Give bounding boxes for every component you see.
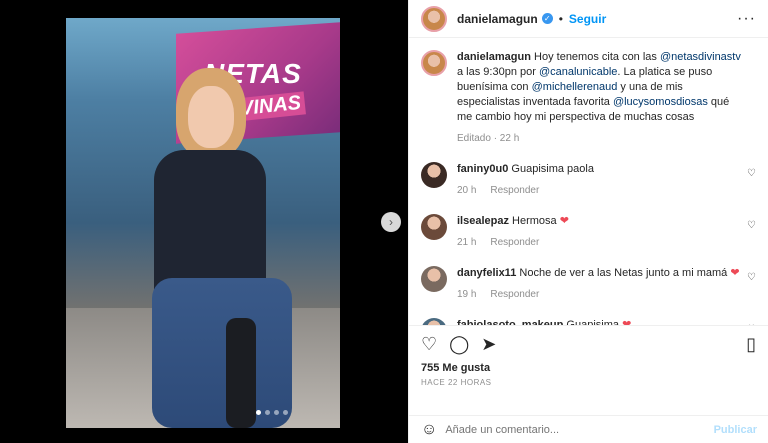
avatar[interactable]: [421, 5, 447, 32]
comment-input[interactable]: [445, 423, 714, 436]
mention-link[interactable]: @canalunicable: [539, 66, 617, 78]
likes-count[interactable]: 755 Me gusta: [409, 362, 768, 374]
reply-button[interactable]: Responder: [490, 185, 539, 196]
person-figure: [146, 58, 296, 428]
jeans: [152, 278, 292, 428]
post-caption: danielamagun Hoy tenemos cita con las @n…: [421, 50, 756, 146]
comment-text: Guapisima: [566, 319, 619, 326]
avatar[interactable]: [421, 162, 447, 188]
caption-body: danielamagun Hoy tenemos cita con las @n…: [457, 51, 741, 123]
action-bar: ♡ ◯ ➤ ▯: [409, 326, 768, 362]
comment-username[interactable]: danyfelix11: [457, 267, 516, 279]
avatar[interactable]: [421, 214, 447, 240]
heart-emoji: ❤: [730, 267, 740, 279]
comment-row: fabiolasoto_makeup Guapisima ❤ 21 h Resp…: [421, 318, 756, 326]
face: [188, 86, 234, 148]
comment-line: ilsealepaz Hermosa ❤: [457, 214, 569, 229]
comment-body: ilsealepaz Hermosa ❤ 21 h Responder: [457, 214, 569, 250]
comment-username[interactable]: ilsealepaz: [457, 215, 509, 227]
caption-text: danielamagun Hoy tenemos cita con las @n…: [457, 50, 747, 146]
comment-meta: 19 h Responder: [457, 287, 740, 302]
comment-meta: 21 h Responder: [457, 235, 569, 250]
reply-button[interactable]: Responder: [490, 237, 539, 248]
comment-time: 21 h: [457, 237, 477, 248]
post-image[interactable]: NETAS DIVINAS: [66, 18, 340, 428]
heart-outline-icon[interactable]: ♡: [747, 272, 756, 283]
post-dialog: NETAS DIVINAS › danielamagun ✓ • Seguir …: [0, 0, 768, 443]
post-header: danielamagun ✓ • Seguir ···: [409, 0, 768, 38]
chevron-right-icon[interactable]: ›: [381, 212, 401, 232]
post-sidebar: danielamagun ✓ • Seguir ··· danielamagun…: [408, 0, 768, 443]
carousel-dots: [256, 410, 288, 415]
comment-time: 20 h: [457, 185, 477, 196]
heart-emoji: ❤: [622, 319, 632, 326]
mention-link[interactable]: @netasdivinastv: [660, 51, 741, 63]
heart-outline-icon[interactable]: ♡: [421, 334, 437, 355]
comments-list[interactable]: danielamagun Hoy tenemos cita con las @n…: [409, 38, 768, 326]
comment-row: ilsealepaz Hermosa ❤ 21 h Responder ♡: [421, 214, 756, 250]
avatar[interactable]: [421, 318, 447, 325]
comment-icon[interactable]: ◯: [449, 334, 469, 355]
caption-meta: Editado · 22 h: [457, 133, 520, 144]
mention-link[interactable]: @michellerenaud: [532, 81, 618, 93]
carousel-dot: [265, 410, 270, 415]
comment-line: danyfelix11 Noche de ver a las Netas jun…: [457, 266, 740, 281]
more-horizontal-icon[interactable]: ···: [737, 10, 756, 28]
separator: •: [558, 11, 563, 26]
reply-button[interactable]: Responder: [490, 289, 539, 300]
publish-button[interactable]: Publicar: [714, 424, 757, 436]
avatar[interactable]: [421, 50, 447, 76]
heart-outline-icon[interactable]: ♡: [747, 220, 756, 231]
comment-line: faniny0u0 Guapisima paola: [457, 162, 594, 177]
boot: [226, 318, 256, 428]
emoji-icon[interactable]: ☺: [421, 421, 437, 439]
post-time: HACE 22 HORAS: [421, 378, 492, 387]
carousel-dot-active: [256, 410, 261, 415]
comment-body: danyfelix11 Noche de ver a las Netas jun…: [457, 266, 740, 302]
heart-outline-icon[interactable]: ♡: [747, 168, 756, 179]
caption-author[interactable]: danielamagun: [457, 51, 531, 63]
comment-body: faniny0u0 Guapisima paola 20 h Responder: [457, 162, 594, 198]
comment-row: danyfelix11 Noche de ver a las Netas jun…: [421, 266, 756, 302]
comment-text: Hermosa: [512, 215, 557, 227]
follow-button[interactable]: Seguir: [569, 12, 606, 26]
comment-username[interactable]: fabiolasoto_makeup: [457, 319, 563, 325]
caption-segment: a las 9:30pn por: [457, 66, 539, 78]
author-username[interactable]: danielamagun: [457, 12, 538, 26]
comment-line: fabiolasoto_makeup Guapisima ❤: [457, 318, 632, 326]
verified-badge-icon: ✓: [541, 13, 553, 24]
carousel-dot: [274, 410, 279, 415]
carousel-dot: [283, 410, 288, 415]
comment-body: fabiolasoto_makeup Guapisima ❤ 21 h Resp…: [457, 318, 632, 326]
comment-composer: ☺ Publicar: [409, 415, 768, 443]
comment-container: faniny0u0 Guapisima paola 20 h Responder…: [421, 162, 756, 326]
comment-time: 19 h: [457, 289, 477, 300]
comment-username[interactable]: faniny0u0: [457, 163, 508, 175]
mention-link[interactable]: @lucysomosdiosas: [613, 96, 708, 108]
media-viewer: NETAS DIVINAS ›: [0, 0, 408, 443]
comment-text: Guapisima paola: [511, 163, 594, 175]
send-icon[interactable]: ➤: [481, 334, 496, 355]
comment-text: Noche de ver a las Netas junto a mi mamá: [519, 267, 728, 279]
comment-row: faniny0u0 Guapisima paola 20 h Responder…: [421, 162, 756, 198]
avatar[interactable]: [421, 266, 447, 292]
heart-emoji: ❤: [559, 215, 569, 227]
bookmark-icon[interactable]: ▯: [746, 334, 756, 355]
caption-segment: Hoy tenemos cita con las: [530, 51, 660, 63]
comment-meta: 20 h Responder: [457, 183, 594, 198]
